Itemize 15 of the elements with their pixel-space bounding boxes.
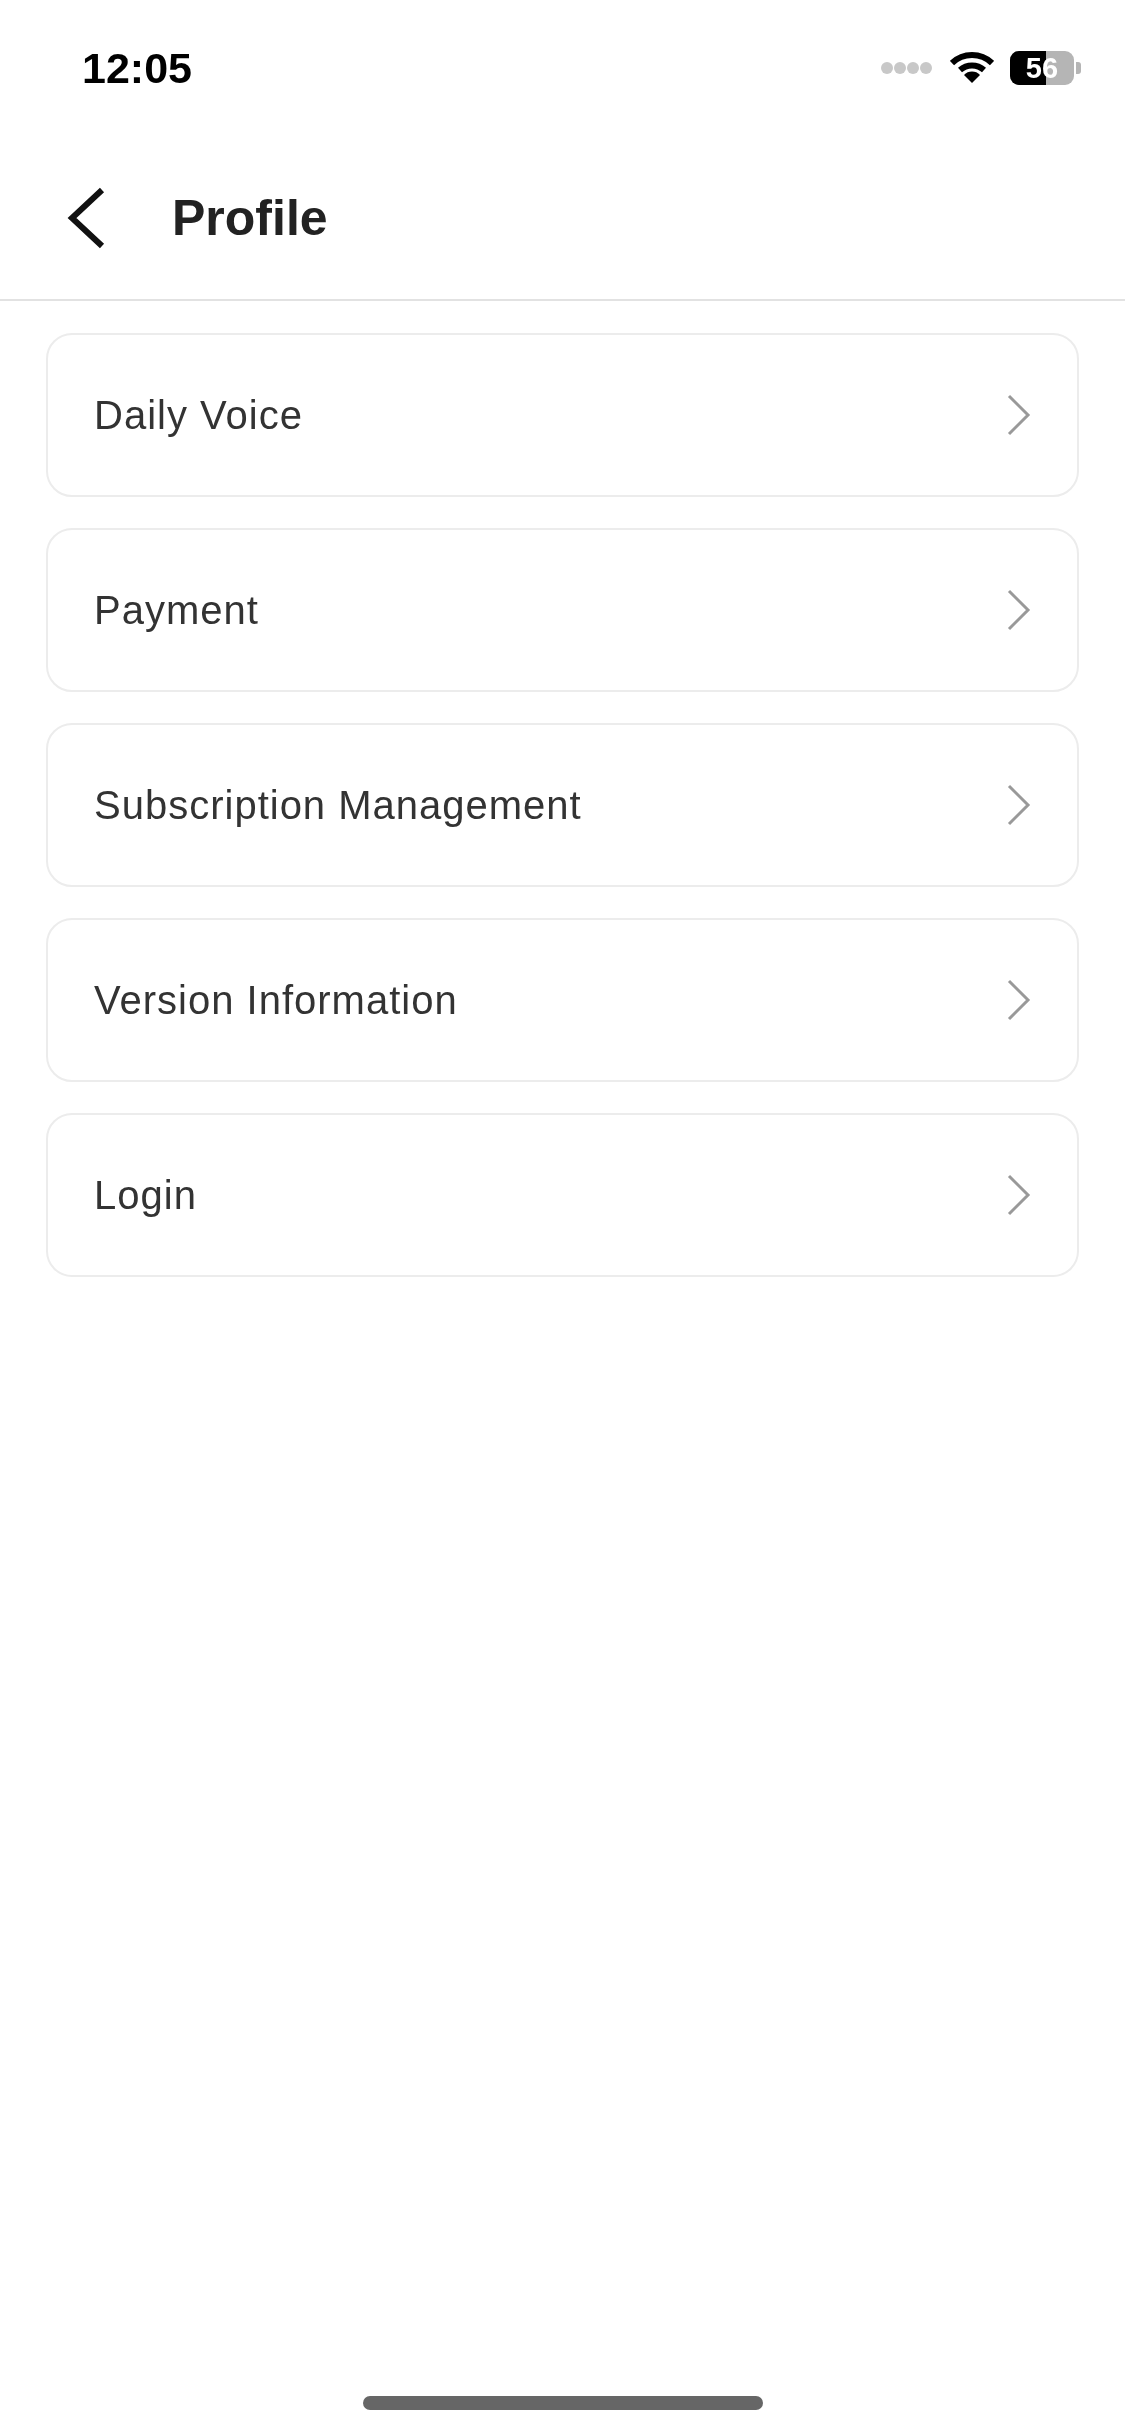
- chevron-right-icon: [1007, 589, 1031, 631]
- chevron-right-icon: [1007, 784, 1031, 826]
- status-time: 12:05: [82, 43, 192, 93]
- back-icon[interactable]: [66, 186, 106, 249]
- chevron-right-icon: [1007, 394, 1031, 436]
- menu-item[interactable]: Version Information: [46, 918, 1079, 1082]
- menu-item[interactable]: Login: [46, 1113, 1079, 1277]
- menu-item[interactable]: Subscription Management: [46, 723, 1079, 887]
- signal-icon: [880, 61, 934, 75]
- wifi-icon: [950, 52, 994, 84]
- chevron-right-icon: [1007, 1174, 1031, 1216]
- page-title: Profile: [172, 188, 328, 247]
- menu-item[interactable]: Daily Voice: [46, 333, 1079, 497]
- menu-item[interactable]: Payment: [46, 528, 1079, 692]
- chevron-right-icon: [1007, 979, 1031, 1021]
